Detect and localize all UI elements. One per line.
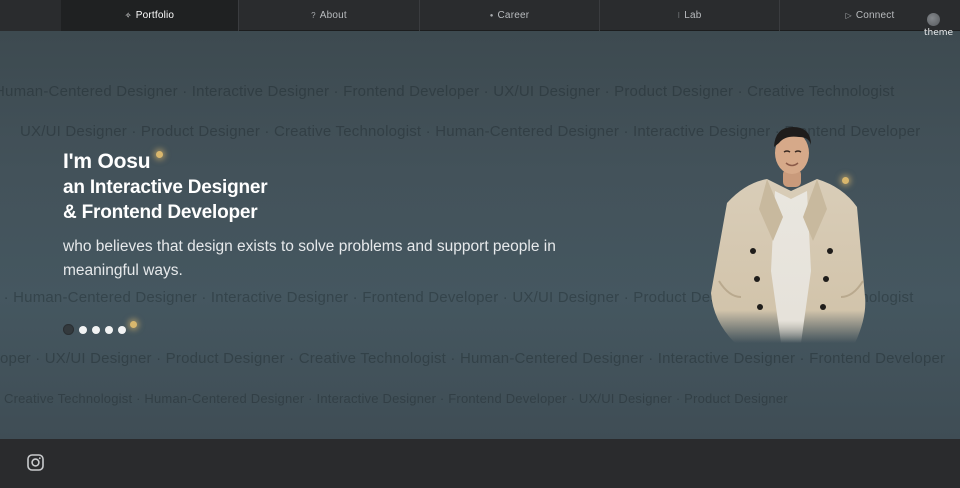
marquee-row: Human-Centered Designer · Interactive De… <box>0 83 895 100</box>
role-line-1: an Interactive Designer <box>63 177 268 198</box>
intro-text: I'm Oosu <box>63 150 151 173</box>
top-nav: ✧ Portfolio ? About ● Career ⁝ Lab ▷ Con… <box>0 0 960 31</box>
nav-item-lab[interactable]: ⁝ Lab <box>600 0 780 31</box>
slide-dot[interactable] <box>92 325 100 334</box>
theme-toggle[interactable]: theme <box>924 13 954 39</box>
nav-label-connect: Connect <box>855 10 895 21</box>
sparkle-icon: ✧ <box>124 11 132 20</box>
nav-label-lab: Lab <box>684 10 702 21</box>
question-icon: ? <box>311 11 316 20</box>
nav-item-about[interactable]: ? About <box>239 0 420 31</box>
hero-tagline: who believes that design exists to solve… <box>63 238 556 279</box>
marquee-row: oper · UX/UI Designer · Product Designer… <box>0 350 946 367</box>
slide-dot[interactable] <box>105 325 113 334</box>
hero-headline: I'm Oosu an Interactive Designer & Front… <box>63 149 268 225</box>
role-line-2: & Frontend Developer <box>63 202 258 223</box>
slide-dot[interactable] <box>79 325 87 334</box>
glow-dot-icon <box>130 321 137 328</box>
marquee-row: Creative Technologist · Human-Centered D… <box>4 391 788 406</box>
nav-spacer <box>0 0 61 31</box>
glow-dot-icon <box>156 151 164 158</box>
nav-label-about: About <box>319 10 347 21</box>
slide-dot[interactable] <box>118 325 126 334</box>
nav-label-portfolio: Portfolio <box>135 10 175 21</box>
circle-icon: ● <box>489 12 494 19</box>
colon-icon: ⁝ <box>677 11 681 20</box>
nav-item-career[interactable]: ● Career <box>420 0 600 31</box>
nav-label-career: Career <box>497 10 530 21</box>
slide-dot[interactable] <box>63 324 74 335</box>
portrait-image <box>711 127 866 343</box>
theme-dot-icon <box>927 13 940 26</box>
instagram-icon[interactable] <box>27 454 44 471</box>
hero-section: Human-Centered Designer · Interactive De… <box>0 31 960 439</box>
play-icon: ▷ <box>845 11 852 20</box>
footer <box>0 439 960 488</box>
slide-indicator <box>63 321 137 335</box>
theme-label: theme <box>924 28 954 38</box>
nav-item-portfolio[interactable]: ✧ Portfolio <box>61 0 239 31</box>
